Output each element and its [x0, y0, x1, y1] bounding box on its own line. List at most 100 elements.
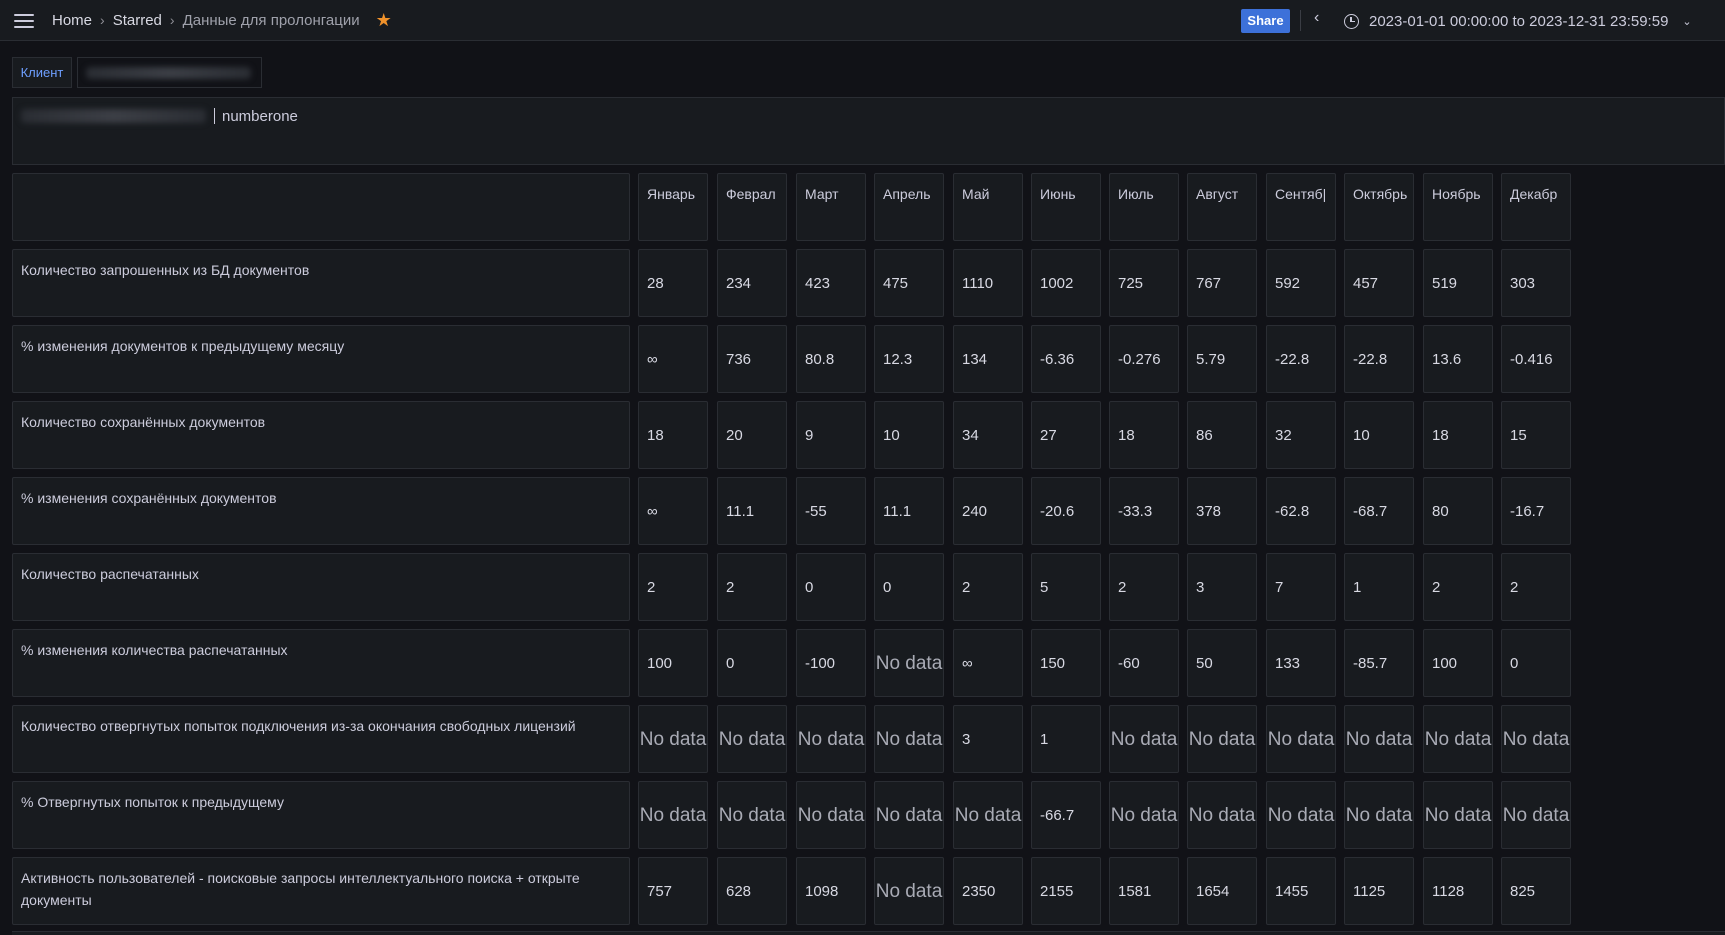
share-button[interactable]: Share — [1241, 9, 1290, 33]
stat-value: -0.416 — [1510, 350, 1553, 368]
stat-panel: 18 — [1423, 401, 1493, 469]
stat-value: 12.3 — [883, 350, 913, 368]
stat-value: 5 — [1040, 578, 1049, 596]
stat-value: 1110 — [962, 274, 994, 292]
top-nav: Home › Starred › Данные для пролонгации … — [0, 0, 1725, 41]
clock-icon — [1344, 13, 1359, 29]
stat-value: 28 — [647, 274, 664, 292]
breadcrumb-starred[interactable]: Starred — [113, 12, 162, 29]
stat-value: 11.1 — [883, 502, 912, 520]
chevron-left-icon[interactable]: ‹ — [1314, 9, 1319, 27]
no-data-text: No data — [718, 728, 786, 750]
stat-panel: 2350 — [953, 857, 1023, 925]
row-label-panel: % изменения количества распечатанных — [12, 629, 630, 697]
no-data-text: No data — [1345, 728, 1413, 750]
time-range-picker[interactable]: 2023-01-01 00:00:00 to 2023-12-31 23:59:… — [1344, 10, 1692, 32]
stat-panel: 1128 — [1423, 857, 1493, 925]
client-variable-select[interactable] — [77, 57, 262, 88]
variable-label: Клиент — [12, 57, 72, 88]
stat-panel: No data — [874, 629, 944, 697]
stat-panel: 3 — [1187, 553, 1257, 621]
no-data-text: No data — [875, 728, 943, 750]
star-icon[interactable]: ★ — [376, 11, 392, 29]
chevron-right-icon: › — [169, 12, 175, 28]
stat-value: -68.7 — [1353, 502, 1388, 520]
stat-panel: 0 — [717, 629, 787, 697]
stat-value: 475 — [883, 274, 909, 292]
stat-panel: No data — [1344, 781, 1414, 849]
month-header-panel: Сентяб| — [1266, 173, 1336, 241]
stat-value: 767 — [1196, 274, 1222, 292]
month-header: Июль — [1118, 186, 1154, 202]
stat-panel: -100 — [796, 629, 866, 697]
stat-panel: No data — [1423, 781, 1493, 849]
stat-panel: -16.7 — [1501, 477, 1571, 545]
stat-value: 2 — [1432, 578, 1441, 596]
month-header: Март — [805, 186, 839, 202]
stat-panel: 86 — [1187, 401, 1257, 469]
month-header-panel: Октябрь — [1344, 173, 1414, 241]
month-header: Май — [962, 186, 990, 202]
stat-value: 2 — [1510, 578, 1519, 596]
stat-value: 5.79 — [1196, 350, 1226, 368]
stat-panel: 134 — [953, 325, 1023, 393]
stat-panel: 234 — [717, 249, 787, 317]
stat-value: 0 — [805, 578, 814, 596]
stat-value: 0 — [883, 578, 892, 596]
stat-panel: 10 — [874, 401, 944, 469]
stat-panel: No data — [1187, 705, 1257, 773]
stat-panel: 5.79 — [1187, 325, 1257, 393]
stat-panel: 32 — [1266, 401, 1336, 469]
stat-value: 150 — [1040, 654, 1066, 672]
stat-panel: 475 — [874, 249, 944, 317]
month-header: Ноябрь — [1432, 186, 1481, 202]
dashboard-title: Данные для пролонгации — [182, 11, 360, 29]
stat-value: 1098 — [805, 882, 839, 900]
stat-panel: -20.6 — [1031, 477, 1101, 545]
no-data-text: No data — [797, 728, 865, 750]
breadcrumb-home[interactable]: Home — [52, 12, 92, 29]
stat-panel: 1654 — [1187, 857, 1257, 925]
stat-panel: 133 — [1266, 629, 1336, 697]
time-range-text: 2023-01-01 00:00:00 to 2023-12-31 23:59:… — [1369, 12, 1669, 30]
stat-panel: No data — [874, 781, 944, 849]
stat-panel: No data — [874, 705, 944, 773]
stat-value: 457 — [1353, 274, 1379, 292]
stat-value: 18 — [1432, 426, 1449, 444]
stat-panel: -22.8 — [1266, 325, 1336, 393]
stat-panel: 628 — [717, 857, 787, 925]
stat-value: -100 — [805, 654, 836, 672]
stat-panel: -62.8 — [1266, 477, 1336, 545]
stat-panel: -33.3 — [1109, 477, 1179, 545]
stat-panel: 2 — [1109, 553, 1179, 621]
stat-panel: No data — [1501, 781, 1571, 849]
month-header-panel: Август — [1187, 173, 1257, 241]
stat-panel: 1 — [1031, 705, 1101, 773]
header-blank-panel — [12, 173, 630, 241]
stat-value: 18 — [1118, 426, 1135, 444]
no-data-text: No data — [1424, 728, 1492, 750]
stat-panel: No data — [953, 781, 1023, 849]
client-text-panel: numberone — [12, 97, 1725, 165]
stat-panel: 3 — [953, 705, 1023, 773]
stat-panel: 12.3 — [874, 325, 944, 393]
stat-panel: 11.1 — [717, 477, 787, 545]
stat-value: -0.276 — [1118, 350, 1161, 368]
no-data-text: No data — [875, 880, 943, 902]
stat-panel: 457 — [1344, 249, 1414, 317]
stat-panel: 7 — [1266, 553, 1336, 621]
stat-panel: ∞ — [953, 629, 1023, 697]
stat-panel: -0.416 — [1501, 325, 1571, 393]
no-data-text: No data — [1345, 804, 1413, 826]
stat-panel: No data — [638, 781, 708, 849]
stat-panel: 2 — [1423, 553, 1493, 621]
stat-panel: No data — [638, 705, 708, 773]
stat-value: 9 — [805, 426, 814, 444]
stat-panel: 27 — [1031, 401, 1101, 469]
stat-panel: 80 — [1423, 477, 1493, 545]
menu-icon[interactable] — [14, 14, 34, 28]
stat-panel: 100 — [1423, 629, 1493, 697]
stat-value: 80 — [1432, 502, 1449, 520]
stat-panel: ∞ — [638, 325, 708, 393]
stat-value: 32 — [1275, 426, 1292, 444]
